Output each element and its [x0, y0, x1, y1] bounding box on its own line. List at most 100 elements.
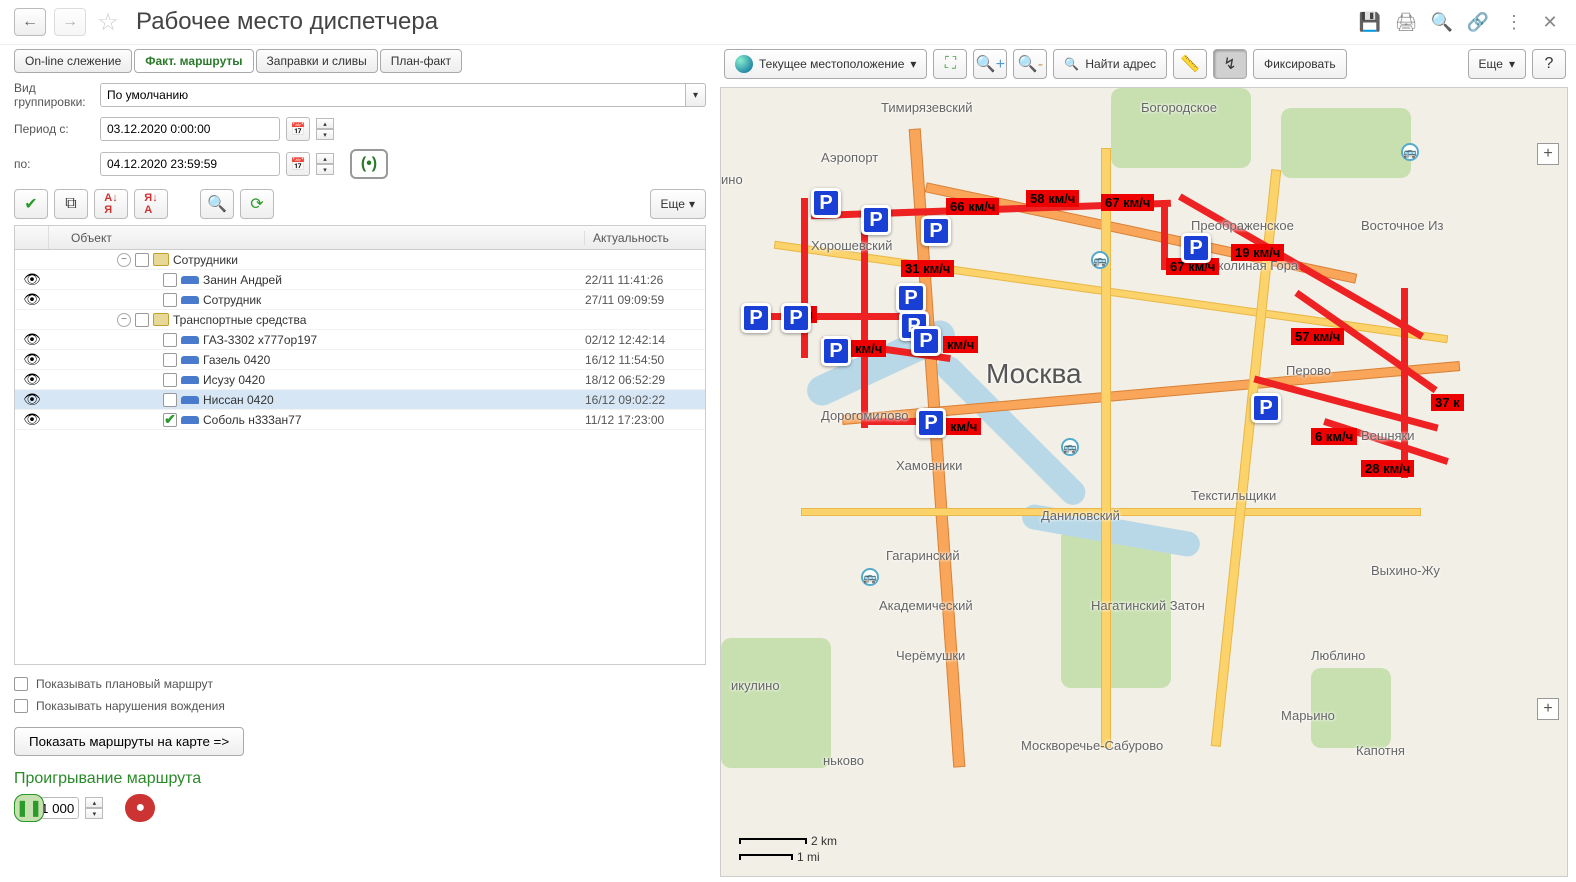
collapse-icon[interactable]: −	[117, 313, 131, 327]
find-address-button[interactable]: 🔍 Найти адрес	[1053, 49, 1167, 79]
route-tool-button[interactable]: ↯	[1213, 49, 1247, 79]
grouping-dropdown-btn[interactable]: ▾	[686, 83, 706, 107]
check-all-button[interactable]: ✔	[14, 189, 48, 219]
item-checkbox[interactable]	[163, 353, 177, 367]
grouping-select[interactable]	[100, 83, 686, 107]
parking-icon[interactable]: P	[1181, 233, 1211, 263]
tree-row[interactable]: 👁 ГАЗ-3302 х777ор197 02/12 12:42:14	[15, 330, 705, 350]
tree-row[interactable]: 👁 Газель 0420 16/12 11:54:50	[15, 350, 705, 370]
group-checkbox[interactable]	[135, 313, 149, 327]
tree-row[interactable]: 👁 Сотрудник 27/11 09:09:59	[15, 290, 705, 310]
to-spinner[interactable]: ▴▾	[316, 153, 334, 175]
item-checkbox[interactable]	[163, 373, 177, 387]
eye-icon[interactable]: 👁	[23, 291, 41, 308]
group-checkbox[interactable]	[135, 253, 149, 267]
vehicle-icon	[181, 296, 199, 304]
tab-2[interactable]: Заправки и сливы	[256, 49, 378, 73]
pause-button[interactable]: ❚❚	[14, 794, 44, 822]
calendar-to-button[interactable]: 📅	[286, 152, 310, 176]
show-routes-button[interactable]: Показать маршруты на карте =>	[14, 727, 244, 756]
district-label: Москворечье-Сабурово	[1021, 738, 1163, 753]
district-label: Преображенское	[1191, 218, 1294, 233]
from-spinner[interactable]: ▴▾	[316, 118, 334, 140]
map-zoom-plus-2[interactable]: +	[1537, 698, 1559, 720]
district-label: Люблино	[1311, 648, 1365, 663]
parking-icon[interactable]: P	[821, 336, 851, 366]
zoom-in-button[interactable]: 🔍+	[973, 49, 1007, 79]
save-icon[interactable]: 💾	[1358, 10, 1382, 34]
sort-asc-button[interactable]: А↓Я	[94, 189, 128, 219]
vehicle-icon	[181, 416, 199, 424]
toolbar-more-button[interactable]: Еще ▾	[650, 189, 706, 219]
tree-row[interactable]: 👁 Занин Андрей 22/11 11:41:26	[15, 270, 705, 290]
speed-badge: км/ч	[946, 418, 981, 435]
zoom-out-button[interactable]: 🔍-	[1013, 49, 1047, 79]
nav-back-button[interactable]: ←	[14, 8, 46, 36]
district-label: Хамовники	[896, 458, 962, 473]
speed-badge: 58 км/ч	[1026, 190, 1079, 207]
show-violations-checkbox[interactable]	[14, 699, 28, 713]
period-to-input[interactable]	[100, 152, 280, 176]
parking-icon[interactable]: P	[741, 303, 771, 333]
tree-row[interactable]: 👁 ✔ Соболь н333ан77 11/12 17:23:00	[15, 410, 705, 430]
eye-icon[interactable]: 👁	[23, 371, 41, 388]
item-label: Сотрудник	[203, 293, 261, 307]
item-time: 11/12 17:23:00	[585, 413, 705, 427]
tree-row[interactable]: 👁 Ниссан 0420 16/12 09:02:22	[15, 390, 705, 410]
fit-button[interactable]: ⛶	[933, 49, 967, 79]
eye-icon[interactable]: 👁	[23, 391, 41, 408]
current-location-button[interactable]: Текущее местоположение ▾	[724, 49, 927, 79]
more-menu-icon[interactable]: ⋮	[1502, 10, 1526, 34]
refresh-button[interactable]: ⟳	[240, 189, 274, 219]
copy-button[interactable]: ⧉	[54, 189, 88, 219]
column-relevance[interactable]: Актуальность	[585, 231, 705, 245]
parking-icon[interactable]: P	[921, 216, 951, 246]
item-checkbox[interactable]	[163, 393, 177, 407]
vehicle-icon	[181, 356, 199, 364]
eye-icon[interactable]: 👁	[23, 331, 41, 348]
link-icon[interactable]: 🔗	[1466, 10, 1490, 34]
parking-icon[interactable]: P	[811, 188, 841, 218]
column-object[interactable]: Объект	[49, 231, 585, 245]
item-checkbox[interactable]: ✔	[163, 413, 177, 427]
parking-icon[interactable]: P	[1251, 393, 1281, 423]
item-checkbox[interactable]	[163, 293, 177, 307]
parking-icon[interactable]: P	[781, 303, 811, 333]
parking-icon[interactable]: P	[861, 205, 891, 235]
show-plan-checkbox[interactable]	[14, 677, 28, 691]
tab-3[interactable]: План-факт	[380, 49, 462, 73]
favorite-star-icon[interactable]: ☆	[94, 8, 122, 36]
item-label: Занин Андрей	[203, 273, 282, 287]
eye-icon[interactable]: 👁	[23, 351, 41, 368]
preview-icon[interactable]: 🔍	[1430, 10, 1454, 34]
collapse-icon[interactable]: −	[117, 253, 131, 267]
district-label: Даниловский	[1041, 508, 1120, 523]
sort-desc-button[interactable]: Я↓А	[134, 189, 168, 219]
ruler-button[interactable]: 📏	[1173, 49, 1207, 79]
period-from-input[interactable]	[100, 117, 280, 141]
calendar-from-button[interactable]: 📅	[286, 117, 310, 141]
tree-row[interactable]: 👁 Исузу 0420 18/12 06:52:29	[15, 370, 705, 390]
map-help-button[interactable]: ?	[1532, 49, 1566, 79]
sync-button[interactable]: (•)	[350, 149, 388, 179]
search-button[interactable]: 🔍	[200, 189, 234, 219]
fix-button[interactable]: Фиксировать	[1253, 49, 1347, 79]
k-spinner[interactable]: ▴▾	[85, 797, 103, 819]
tab-0[interactable]: On-line слежение	[14, 49, 132, 73]
record-button[interactable]: ●	[125, 794, 155, 822]
item-checkbox[interactable]	[163, 273, 177, 287]
map-canvas[interactable]: ТимирязевскийБогородскоеАэропортиноПреоб…	[720, 87, 1568, 877]
district-label: Аэропорт	[821, 150, 878, 165]
item-checkbox[interactable]	[163, 333, 177, 347]
eye-icon[interactable]: 👁	[23, 411, 41, 428]
parking-icon[interactable]: P	[896, 283, 926, 313]
parking-icon[interactable]: P	[916, 408, 946, 438]
tab-1[interactable]: Факт. маршруты	[134, 49, 253, 73]
eye-icon[interactable]: 👁	[23, 271, 41, 288]
nav-forward-button[interactable]: →	[54, 8, 86, 36]
print-icon[interactable]: 🖨	[1394, 10, 1418, 34]
close-icon[interactable]: ✕	[1538, 10, 1562, 34]
map-more-button[interactable]: Еще ▾	[1468, 49, 1526, 79]
parking-icon[interactable]: P	[911, 326, 941, 356]
map-zoom-in[interactable]: +	[1537, 143, 1559, 165]
